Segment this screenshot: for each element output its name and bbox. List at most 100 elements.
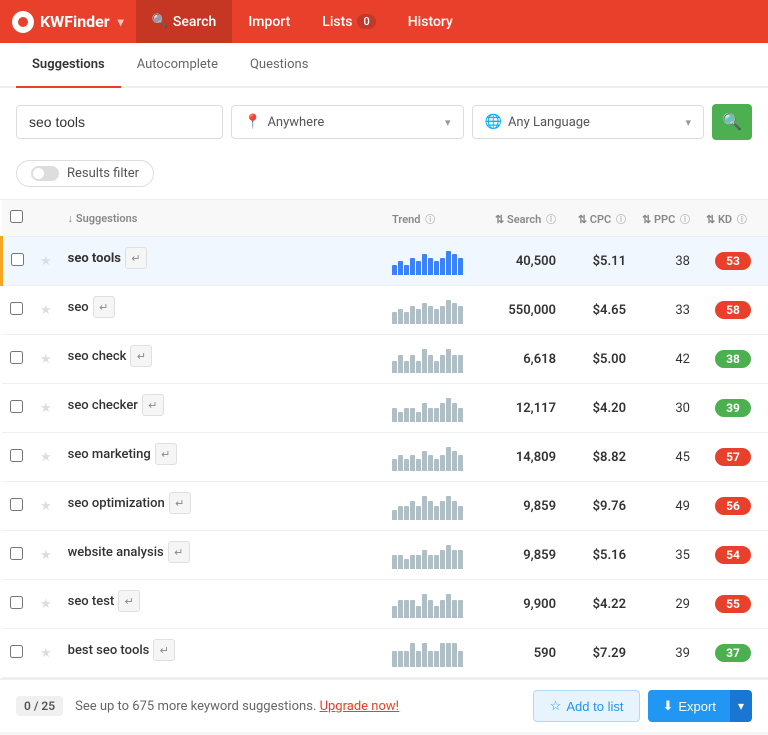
trend-bar <box>398 555 403 569</box>
star-icon[interactable]: ★ <box>40 254 52 269</box>
export-label: Export <box>678 699 716 714</box>
row-checkbox[interactable] <box>10 596 23 609</box>
trend-bar <box>452 600 457 618</box>
language-dropdown[interactable]: 🌐 Any Language ▾ <box>472 105 705 139</box>
row-cpc-cell: $4.65 <box>564 286 634 335</box>
nav-lists[interactable]: Lists 0 <box>306 0 391 43</box>
trend-bar <box>416 606 421 618</box>
row-ppc-cell: 39 <box>634 629 698 678</box>
search-value: 14,809 <box>516 450 556 465</box>
row-checkbox[interactable] <box>10 351 23 364</box>
keyword-arrow-button[interactable]: ↵ <box>118 590 140 612</box>
col-header-search[interactable]: ⇅ Search ⓘ <box>484 200 564 237</box>
row-checkbox[interactable] <box>10 400 23 413</box>
search-value: 40,500 <box>516 254 556 269</box>
keyword-arrow-button[interactable]: ↵ <box>130 345 152 367</box>
keyword-text[interactable]: seo tools <box>68 251 121 266</box>
kd-badge: 57 <box>715 448 751 466</box>
trend-bar <box>404 312 409 324</box>
results-table: ↓ Suggestions Trend ⓘ ⇅ Search ⓘ ⇅ CPC ⓘ <box>0 200 768 678</box>
row-checkbox[interactable] <box>10 645 23 658</box>
row-checkbox[interactable] <box>10 547 23 560</box>
star-icon[interactable]: ★ <box>40 303 52 318</box>
col-header-ppc[interactable]: ⇅ PPC ⓘ <box>634 200 698 237</box>
row-checkbox[interactable] <box>10 302 23 315</box>
row-search-cell: 9,859 <box>484 482 564 531</box>
star-icon[interactable]: ★ <box>40 646 52 661</box>
col-header-trend[interactable]: Trend ⓘ <box>384 200 484 237</box>
keyword-arrow-button[interactable]: ↵ <box>153 639 175 661</box>
upgrade-link[interactable]: Upgrade now! <box>320 699 399 714</box>
trend-bar <box>452 254 457 275</box>
ppc-value: 39 <box>675 646 690 661</box>
keyword-text[interactable]: seo <box>68 300 89 315</box>
tab-questions[interactable]: Questions <box>234 43 324 88</box>
tab-autocomplete[interactable]: Autocomplete <box>121 43 234 88</box>
row-checkbox[interactable] <box>10 449 23 462</box>
trend-bar <box>458 258 463 275</box>
col-header-cpc[interactable]: ⇅ CPC ⓘ <box>564 200 634 237</box>
nav-import[interactable]: Import <box>232 0 306 43</box>
kd-badge: 58 <box>715 301 751 319</box>
row-checkbox[interactable] <box>10 498 23 511</box>
keyword-text[interactable]: seo test <box>68 594 115 609</box>
select-all-checkbox[interactable] <box>10 210 23 223</box>
row-keyword-cell: seo optimization ↵ <box>60 482 384 524</box>
star-icon[interactable]: ★ <box>40 499 52 514</box>
row-star-cell: ★ <box>32 384 60 433</box>
row-checkbox[interactable] <box>11 253 24 266</box>
keyword-arrow-button[interactable]: ↵ <box>168 541 190 563</box>
row-trend-cell <box>384 237 484 286</box>
keyword-text[interactable]: best seo tools <box>68 643 150 658</box>
trend-bar <box>404 600 409 618</box>
trend-bar <box>434 459 439 471</box>
trend-bar <box>422 643 427 667</box>
row-keyword-cell: website analysis ↵ <box>60 531 384 573</box>
nav-search[interactable]: 🔍 Search <box>136 0 233 43</box>
trend-bar <box>446 594 451 618</box>
export-dropdown-button[interactable]: ▾ <box>730 690 752 722</box>
tab-suggestions[interactable]: Suggestions <box>16 43 121 88</box>
keyword-arrow-button[interactable]: ↵ <box>93 296 115 318</box>
keyword-text[interactable]: seo checker <box>68 398 138 413</box>
location-dropdown[interactable]: 📍 Anywhere ▾ <box>231 105 464 139</box>
row-ppc-cell: 38 <box>634 237 698 286</box>
add-to-list-button[interactable]: ☆ Add to list <box>533 690 641 722</box>
star-icon[interactable]: ★ <box>40 450 52 465</box>
nav-history[interactable]: History <box>392 0 469 43</box>
keyword-arrow-button[interactable]: ↵ <box>142 394 164 416</box>
trend-chart <box>392 443 476 471</box>
search-value: 9,900 <box>523 597 556 612</box>
kd-badge: 39 <box>715 399 751 417</box>
col-header-check[interactable] <box>2 200 33 237</box>
export-button[interactable]: ⬇ Export <box>648 690 729 722</box>
keyword-input[interactable] <box>16 105 223 139</box>
trend-bar <box>422 349 427 373</box>
trend-bar <box>392 606 397 618</box>
star-icon[interactable]: ★ <box>40 352 52 367</box>
keyword-text[interactable]: seo optimization <box>68 496 165 511</box>
cpc-value: $7.29 <box>593 646 626 661</box>
col-header-kd[interactable]: ⇅ KD ⓘ <box>698 200 768 237</box>
row-search-cell: 12,117 <box>484 384 564 433</box>
keyword-arrow-button[interactable]: ↵ <box>169 492 191 514</box>
trend-chart <box>392 590 476 618</box>
trend-chart <box>392 639 476 667</box>
star-icon[interactable]: ★ <box>40 401 52 416</box>
nav-history-label: History <box>408 14 453 30</box>
trend-bar <box>446 496 451 520</box>
col-header-suggestions[interactable]: ↓ Suggestions <box>60 200 384 237</box>
trend-bar <box>416 459 421 471</box>
keyword-text[interactable]: website analysis <box>68 545 164 560</box>
keyword-text[interactable]: seo marketing <box>68 447 151 462</box>
results-filter-toggle[interactable]: Results filter <box>16 160 154 187</box>
trend-bar <box>440 258 445 275</box>
star-icon[interactable]: ★ <box>40 597 52 612</box>
row-ppc-cell: 29 <box>634 580 698 629</box>
trend-bar <box>404 651 409 667</box>
search-button[interactable]: 🔍 <box>712 104 752 140</box>
star-icon[interactable]: ★ <box>40 548 52 563</box>
keyword-text[interactable]: seo check <box>68 349 127 364</box>
keyword-arrow-button[interactable]: ↵ <box>155 443 177 465</box>
keyword-arrow-button[interactable]: ↵ <box>125 247 147 269</box>
